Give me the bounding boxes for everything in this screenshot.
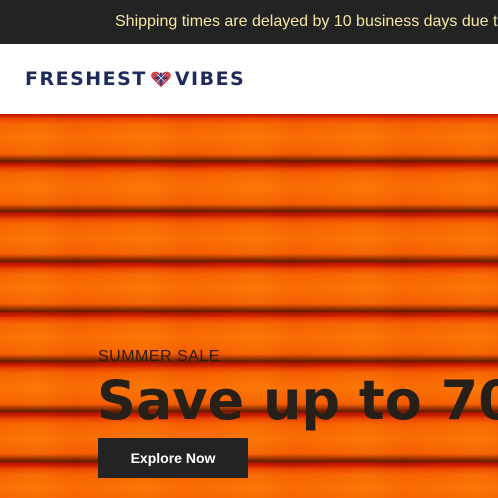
heart-icon bbox=[151, 71, 171, 88]
announcement-text: Shipping times are delayed by 10 busines… bbox=[115, 13, 498, 30]
page: Shipping times are delayed by 10 busines… bbox=[0, 0, 498, 498]
hero-banner: SUMMER SALE Save up to 70% Explore Now bbox=[0, 114, 498, 498]
hero-eyebrow: SUMMER SALE bbox=[98, 348, 220, 365]
logo-text-left: FRESHEST bbox=[25, 68, 147, 90]
hero-headline: Save up to 70% bbox=[97, 369, 498, 432]
site-logo[interactable]: FRESHEST VIBES bbox=[25, 65, 245, 93]
explore-now-button[interactable]: Explore Now bbox=[98, 438, 248, 478]
announcement-bar: Shipping times are delayed by 10 busines… bbox=[0, 0, 498, 44]
logo-text-right: VIBES bbox=[174, 68, 246, 90]
site-header: FRESHEST VIBES bbox=[0, 44, 498, 114]
